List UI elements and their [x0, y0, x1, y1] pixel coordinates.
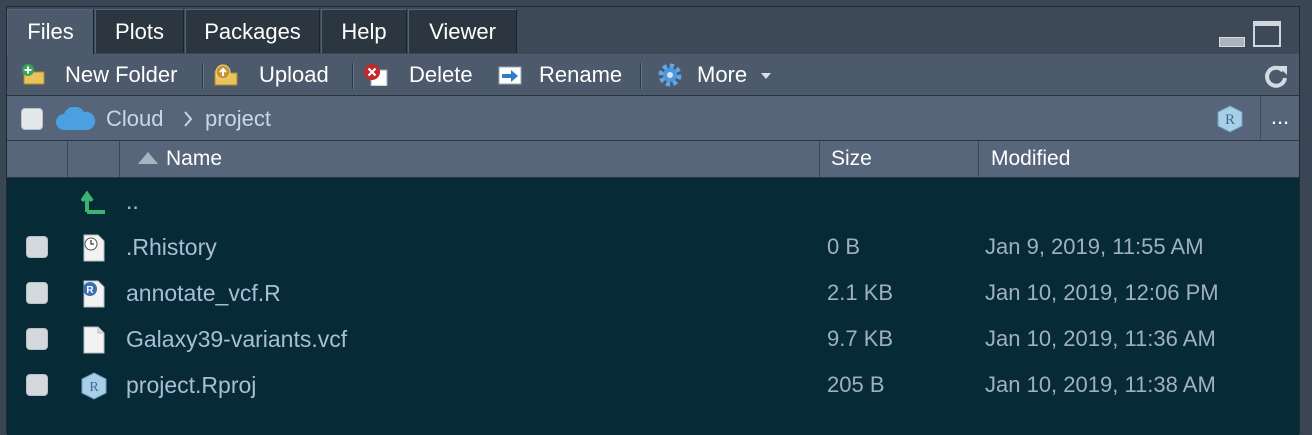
tab-files[interactable]: Files	[7, 9, 94, 54]
toolbar-separator	[202, 63, 203, 89]
history-file-icon	[83, 234, 105, 262]
rproj-file-icon: R	[81, 372, 107, 400]
tab-bar: Files Plots Packages Help Viewer	[7, 7, 1299, 54]
more-label: More	[697, 62, 748, 87]
tab-help[interactable]: Help	[321, 9, 407, 53]
file-modified: Jan 10, 2019, 11:36 AM	[985, 326, 1216, 351]
rename-button[interactable]: Rename	[497, 54, 627, 96]
tab-viewer[interactable]: Viewer	[408, 9, 517, 53]
cloud-icon	[56, 107, 96, 130]
rproj-icon[interactable]: R	[1215, 104, 1245, 134]
breadcrumb: Cloud project R ...	[7, 96, 1299, 141]
row-checkbox[interactable]	[26, 374, 48, 396]
header-name-label: Name	[166, 147, 223, 170]
breadcrumb-current-folder: project	[205, 106, 272, 131]
new-folder-icon	[22, 64, 45, 85]
tab-plots[interactable]: Plots	[95, 9, 184, 53]
table-row[interactable]: R annotate_vcf.R 2.1 KB Jan 10, 2019, 12…	[7, 270, 1299, 316]
table-row[interactable]: Galaxy39-variants.vcf 9.7 KB Jan 10, 201…	[7, 316, 1299, 362]
file-modified: Jan 10, 2019, 11:38 AM	[985, 372, 1216, 397]
upload-button[interactable]: Upload	[213, 54, 341, 96]
column-header: Name Size Modified	[7, 141, 1299, 178]
gear-icon	[658, 63, 682, 87]
toolbar-separator	[640, 63, 641, 89]
rename-icon	[498, 66, 522, 85]
table-row[interactable]: .Rhistory 0 B Jan 9, 2019, 11:55 AM	[7, 224, 1299, 270]
header-icon-column	[68, 141, 120, 177]
delete-button[interactable]: Delete	[363, 54, 483, 96]
maximize-pane-button[interactable]	[1253, 21, 1281, 47]
sort-ascending-icon	[138, 152, 158, 164]
new-folder-button[interactable]: New Folder	[21, 54, 191, 96]
row-checkbox[interactable]	[26, 236, 48, 258]
file-size: 2.1 KB	[827, 280, 894, 305]
upload-icon	[214, 64, 238, 86]
file-name-link[interactable]: project.Rproj	[126, 362, 256, 408]
file-name-link[interactable]: annotate_vcf.R	[126, 270, 281, 316]
minimize-pane-button[interactable]	[1219, 37, 1245, 47]
header-name[interactable]: Name	[120, 141, 820, 177]
upload-label: Upload	[259, 62, 329, 87]
row-checkbox[interactable]	[26, 282, 48, 304]
header-modified[interactable]: Modified	[979, 141, 1301, 177]
refresh-icon[interactable]	[1263, 64, 1289, 88]
chevron-down-icon	[761, 73, 771, 79]
file-name-link[interactable]: .Rhistory	[126, 224, 217, 270]
file-size: 0 B	[827, 234, 861, 259]
files-pane: Files Plots Packages Help Viewer New Fol…	[6, 6, 1300, 435]
file-size: 205 B	[827, 372, 885, 397]
window-controls	[1219, 21, 1285, 47]
header-modified-label: Modified	[991, 147, 1071, 170]
toolbar: New Folder Upload Delete Rename More	[7, 54, 1299, 96]
path-more-button[interactable]: ...	[1260, 96, 1299, 141]
breadcrumb-cloud-link[interactable]: Cloud	[106, 96, 163, 141]
delete-icon	[364, 64, 388, 86]
rename-label: Rename	[539, 62, 623, 87]
new-folder-label: New Folder	[65, 62, 178, 87]
file-modified: Jan 10, 2019, 12:06 PM	[985, 280, 1219, 305]
header-checkbox-column	[7, 141, 68, 177]
delete-label: Delete	[409, 62, 473, 87]
svg-text:R: R	[1225, 112, 1235, 128]
parent-directory-link[interactable]: ..	[126, 178, 139, 224]
r-script-icon: R	[83, 280, 105, 308]
table-row[interactable]: R project.Rproj 205 B Jan 10, 2019, 11:3…	[7, 362, 1299, 408]
header-size-label: Size	[831, 147, 872, 170]
row-checkbox[interactable]	[26, 328, 48, 350]
svg-text:R: R	[89, 380, 99, 395]
chevron-right-icon	[184, 111, 193, 127]
list-item-parent[interactable]: ..	[7, 178, 1299, 224]
file-list: .. .Rhistory 0 B Jan 9, 2019, 11:55 AM R…	[7, 178, 1299, 435]
file-icon	[83, 326, 105, 354]
parent-directory-icon	[81, 190, 105, 214]
more-menu-button[interactable]: More	[657, 54, 775, 96]
file-size: 9.7 KB	[827, 326, 894, 351]
file-name-link[interactable]: Galaxy39-variants.vcf	[126, 316, 347, 362]
svg-text:R: R	[86, 285, 94, 296]
tab-packages[interactable]: Packages	[185, 9, 320, 53]
toolbar-separator	[352, 63, 353, 89]
header-size[interactable]: Size	[820, 141, 979, 177]
select-all-checkbox[interactable]	[21, 108, 43, 130]
file-modified: Jan 9, 2019, 11:55 AM	[985, 234, 1204, 259]
